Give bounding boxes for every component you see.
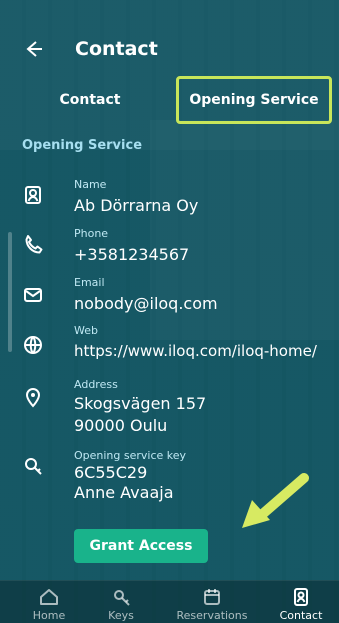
name-label: Name xyxy=(74,178,107,191)
contact-icon xyxy=(266,587,336,607)
address-line2: 90000 Oulu xyxy=(74,416,168,435)
back-arrow-icon[interactable] xyxy=(22,38,44,60)
opening-key-label: Opening service key xyxy=(74,449,187,462)
opening-key-line1: 6C55C29 xyxy=(74,463,148,482)
home-icon xyxy=(14,587,84,607)
contact-screen: Contact Contact Opening Service Opening … xyxy=(0,0,339,623)
key-search-icon xyxy=(22,455,44,477)
app-header: Contact xyxy=(0,0,339,70)
opening-key-line2: Anne Avaaja xyxy=(74,483,174,502)
bottom-navigation: Home Keys Reservations Contact xyxy=(0,580,339,623)
phone-value[interactable]: +3581234567 xyxy=(74,245,189,264)
email-label: Email xyxy=(74,276,105,289)
person-card-icon xyxy=(22,184,44,206)
location-pin-icon xyxy=(22,386,44,408)
phone-label: Phone xyxy=(74,227,109,240)
nav-keys[interactable]: Keys xyxy=(86,587,156,622)
tabs: Contact Opening Service xyxy=(0,76,339,124)
web-value[interactable]: https://www.iloq.com/iloq-home/ xyxy=(74,342,317,360)
nav-contact[interactable]: Contact xyxy=(266,587,336,622)
email-value[interactable]: nobody@iloq.com xyxy=(74,294,218,313)
nav-home-label: Home xyxy=(32,609,66,622)
key-icon xyxy=(86,587,156,607)
nav-home[interactable]: Home xyxy=(14,587,84,622)
name-value: Ab Dörrarna Oy xyxy=(74,196,199,215)
tab-opening-service[interactable]: Opening Service xyxy=(176,76,332,124)
tab-contact[interactable]: Contact xyxy=(40,76,140,124)
nav-contact-label: Contact xyxy=(279,609,323,622)
globe-icon xyxy=(22,334,44,356)
nav-keys-label: Keys xyxy=(108,609,134,622)
phone-icon xyxy=(22,233,44,255)
address-label: Address xyxy=(74,378,118,391)
section-title: Opening Service xyxy=(22,138,143,153)
page-title: Contact xyxy=(75,38,158,60)
grant-access-button[interactable]: Grant Access xyxy=(74,529,208,563)
address-line1: Skogsvägen 157 xyxy=(74,394,207,413)
web-label: Web xyxy=(74,324,98,337)
nav-reservations-label: Reservations xyxy=(176,609,248,622)
callout-arrow-icon xyxy=(242,473,309,528)
calendar-icon xyxy=(172,587,252,607)
nav-reservations[interactable]: Reservations xyxy=(172,587,252,622)
scroll-indicator[interactable] xyxy=(8,232,12,352)
mail-icon xyxy=(22,284,44,306)
